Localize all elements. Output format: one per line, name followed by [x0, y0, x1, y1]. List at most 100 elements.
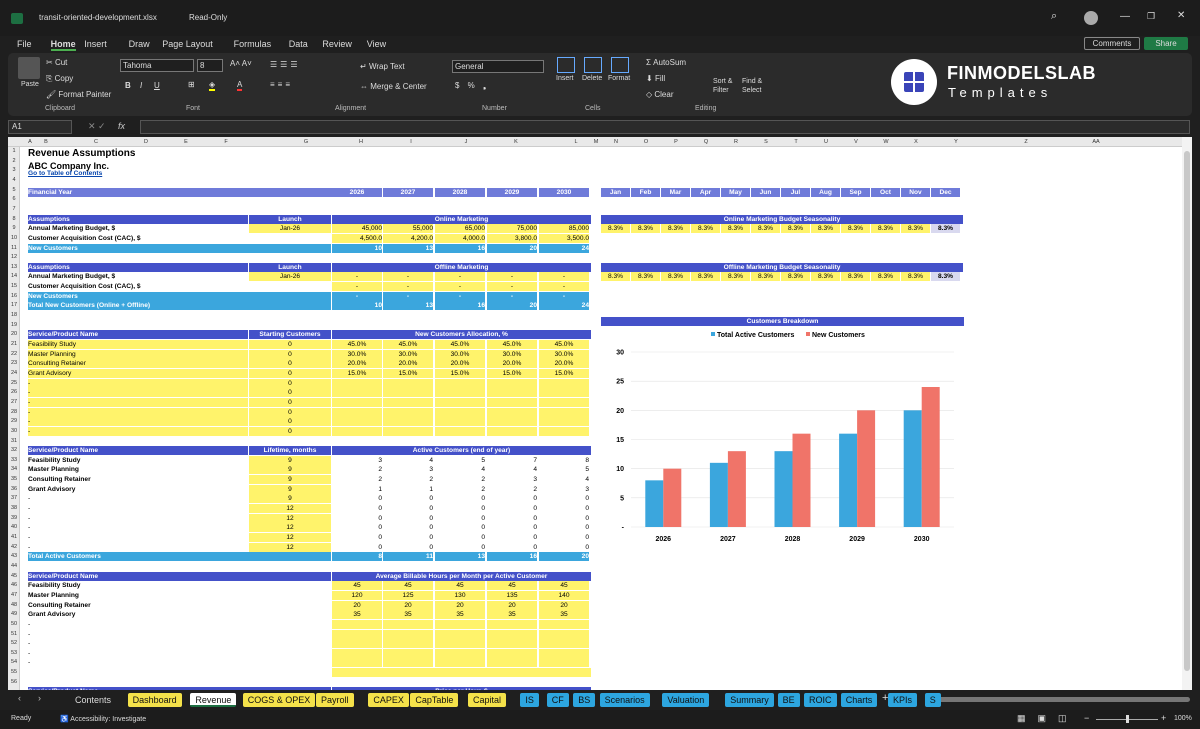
hours-service-name[interactable]: Master Planning: [28, 591, 331, 600]
online-launch-date[interactable]: Jan-26: [249, 224, 331, 234]
allocation-value[interactable]: 20.0%: [332, 359, 382, 369]
hours-value[interactable]: [383, 658, 433, 668]
service-name-header[interactable]: Service/Product Name: [28, 446, 248, 456]
hours-value[interactable]: 45: [435, 581, 485, 591]
accessibility-status[interactable]: ♿ Accessibility: Investigate: [60, 715, 146, 723]
row-header[interactable]: 41: [8, 533, 20, 543]
menu-insert[interactable]: Insert: [84, 39, 107, 49]
allocation-value[interactable]: 15.0%: [539, 368, 589, 378]
year-header[interactable]: 2026: [332, 187, 382, 197]
active-customers-value[interactable]: 4: [539, 475, 589, 484]
allocation-value[interactable]: [539, 378, 589, 388]
row-header[interactable]: 22: [8, 350, 20, 360]
offline-title[interactable]: Offline Marketing: [332, 262, 591, 272]
fill-color-icon[interactable]: ◈: [209, 80, 216, 91]
hours-value[interactable]: 135: [487, 590, 537, 600]
row-header[interactable]: 21: [8, 340, 20, 350]
month-header[interactable]: Feb: [631, 187, 660, 197]
online-new-customers-label[interactable]: New Customers: [28, 243, 331, 253]
hours-value[interactable]: [383, 639, 433, 649]
cut-button[interactable]: ✂ Cut: [46, 58, 67, 67]
column-header[interactable]: W: [878, 137, 894, 147]
lifetime-value[interactable]: 9: [249, 455, 331, 465]
offline-new-customers-label[interactable]: New Customers: [28, 291, 331, 301]
hours-service-name[interactable]: -: [28, 658, 331, 667]
hours-service-name[interactable]: Grant Advisory: [28, 610, 331, 619]
paste-icon[interactable]: [18, 57, 40, 79]
active-customers-value[interactable]: 1: [383, 485, 433, 494]
offline-cac-value[interactable]: -: [383, 282, 433, 292]
active-customers-value[interactable]: 2: [435, 485, 485, 494]
allocation-value[interactable]: [435, 426, 485, 436]
online-new-customers-value[interactable]: 10: [332, 243, 382, 253]
menu-view[interactable]: View: [367, 39, 386, 49]
font-color-icon[interactable]: A: [237, 80, 243, 91]
sheet-tab[interactable]: Summary: [725, 693, 774, 707]
active-customers-value[interactable]: 0: [383, 514, 433, 523]
allocation-value[interactable]: [487, 397, 537, 407]
active-customers-value[interactable]: 2: [383, 475, 433, 484]
row-header[interactable]: 13: [8, 263, 20, 273]
active-customers-value[interactable]: 3: [487, 475, 537, 484]
row-header[interactable]: 4: [8, 176, 20, 186]
allocation-value[interactable]: 30.0%: [332, 349, 382, 359]
lifetime-value[interactable]: 9: [249, 484, 331, 494]
avatar[interactable]: [1084, 11, 1098, 25]
column-header[interactable]: P: [668, 137, 684, 147]
allocation-value[interactable]: 30.0%: [383, 349, 433, 359]
active-customers-value[interactable]: 8: [539, 456, 589, 465]
active-customers-value[interactable]: 0: [383, 523, 433, 532]
total-active-value[interactable]: 11: [383, 552, 433, 562]
active-customers-title[interactable]: Active Customers (end of year): [332, 446, 591, 456]
column-header[interactable]: L: [568, 137, 584, 147]
active-service-name[interactable]: -: [28, 533, 248, 542]
active-customers-value[interactable]: 0: [539, 543, 589, 552]
lifetime-value[interactable]: 12: [249, 542, 331, 552]
online-new-customers-value[interactable]: 24: [539, 243, 589, 253]
search-icon[interactable]: ⌕: [1051, 10, 1057, 23]
row-header[interactable]: 44: [8, 562, 20, 572]
empty-cell[interactable]: [249, 234, 331, 243]
active-customers-value[interactable]: 0: [487, 514, 537, 523]
zoom-out-icon[interactable]: −: [1084, 713, 1089, 723]
allocation-value[interactable]: [383, 407, 433, 417]
allocation-value[interactable]: 20.0%: [435, 359, 485, 369]
year-header[interactable]: 2027: [383, 187, 433, 197]
allocation-value[interactable]: [487, 388, 537, 398]
hours-value[interactable]: 120: [332, 590, 382, 600]
offline-launch-date[interactable]: Jan-26: [249, 272, 331, 282]
offline-seasonality-value[interactable]: 8.3%: [841, 272, 870, 282]
row-header[interactable]: 31: [8, 437, 20, 447]
active-customers-value[interactable]: 0: [435, 523, 485, 532]
allocation-value[interactable]: [435, 417, 485, 427]
hours-value[interactable]: 45: [539, 581, 589, 591]
month-header[interactable]: Sep: [841, 187, 870, 197]
row-header[interactable]: 39: [8, 514, 20, 524]
active-customers-value[interactable]: 0: [487, 543, 537, 552]
active-customers-value[interactable]: 2: [332, 475, 382, 484]
column-header[interactable]: R: [728, 137, 744, 147]
starting-customers-value[interactable]: 0: [249, 417, 331, 427]
align-left-icons[interactable]: ≡≡≡: [270, 80, 293, 89]
lifetime-value[interactable]: 9: [249, 465, 331, 475]
wrap-text-button[interactable]: ↵ Wrap Text: [360, 62, 405, 71]
active-customers-value[interactable]: 0: [383, 533, 433, 542]
hours-value[interactable]: 20: [487, 600, 537, 610]
hours-value[interactable]: [487, 629, 537, 639]
row-header[interactable]: 25: [8, 379, 20, 389]
active-customers-value[interactable]: 0: [539, 494, 589, 503]
minimize-icon[interactable]: —: [1120, 11, 1130, 22]
fx-icon[interactable]: fx: [118, 121, 125, 131]
active-customers-value[interactable]: 0: [332, 533, 382, 542]
active-service-name[interactable]: Consulting Retainer: [28, 475, 248, 484]
offline-seasonality-value[interactable]: 8.3%: [901, 272, 930, 282]
total-new-customers-value[interactable]: 13: [383, 301, 433, 311]
column-header[interactable]: C: [88, 137, 104, 147]
row-header[interactable]: 36: [8, 485, 20, 495]
lifetime-value[interactable]: 12: [249, 523, 331, 533]
allocation-value[interactable]: 30.0%: [487, 349, 537, 359]
column-header[interactable]: D: [138, 137, 154, 147]
allocation-service-name[interactable]: -: [28, 378, 248, 388]
row-header[interactable]: 2: [8, 157, 20, 167]
month-header[interactable]: Aug: [811, 187, 840, 197]
